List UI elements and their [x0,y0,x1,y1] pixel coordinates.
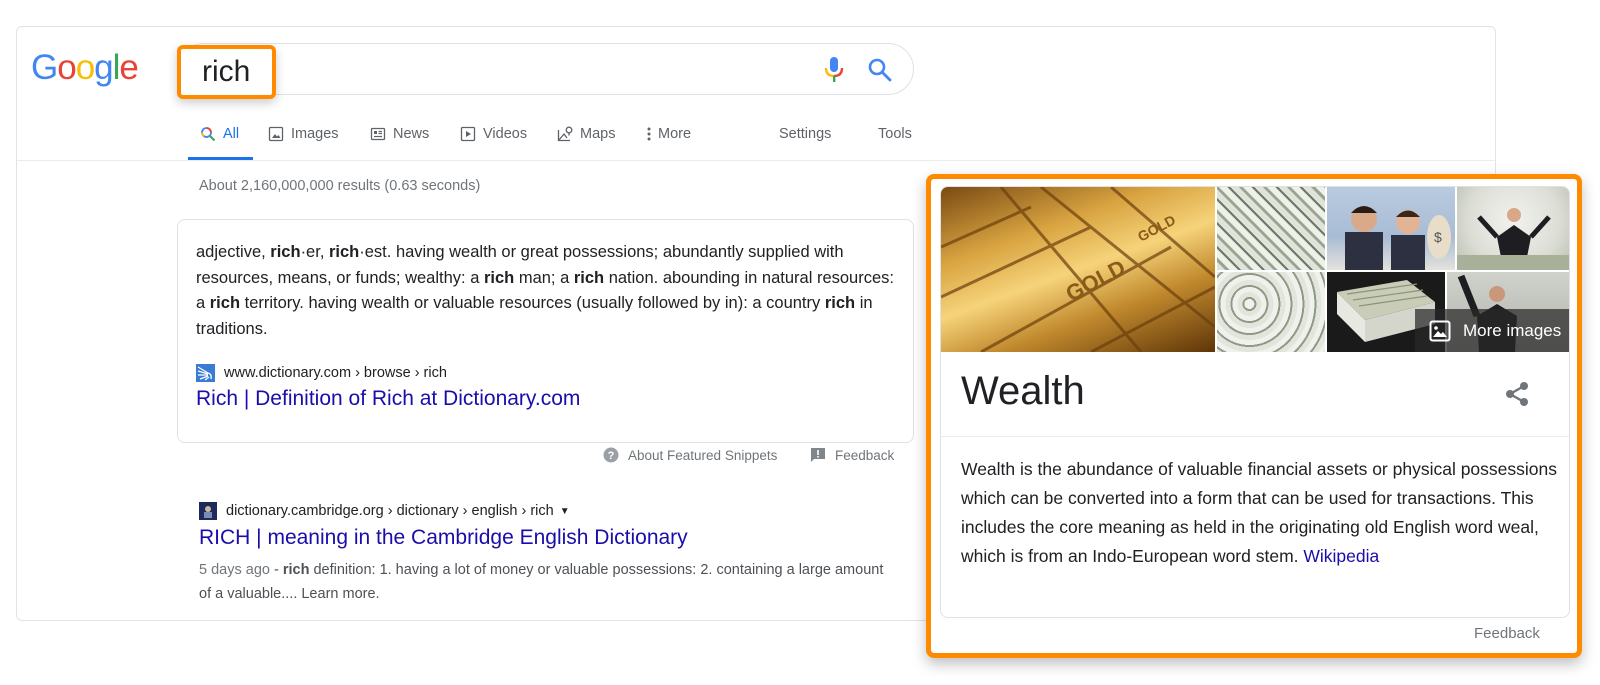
feedback-label: Feedback [835,447,895,463]
about-label: About Featured Snippets [628,447,778,463]
featured-snippet: adjective, rich·er, rich·est. having wea… [177,219,914,443]
tab-more[interactable]: More [646,118,691,160]
image-dollar-bills[interactable] [1217,187,1325,270]
tab-label: News [393,126,430,142]
snippet-cite-text: www.dictionary.com › browse › rich [224,365,447,381]
result-description: 5 days ago - rich definition: 1. having … [199,558,889,606]
knowledge-panel-title: Wealth [961,369,1085,413]
tab-videos[interactable]: Videos [460,118,527,160]
tab-label: Videos [483,126,528,142]
logo-letter: o [75,48,95,87]
svg-text:$: $ [1434,229,1442,245]
image-rolled-dollars[interactable] [1217,272,1325,352]
text-segment: ·er, [300,243,329,261]
news-icon [370,127,386,141]
search-input[interactable]: rich [202,55,250,89]
text-segment: man; a [514,268,574,287]
knowledge-panel-description: Wealth is the abundance of valuable fina… [961,455,1561,571]
google-logo[interactable]: Google [31,48,139,88]
dictionary-favicon-icon [196,364,215,382]
highlighted-term: rich [209,294,241,312]
settings-link[interactable]: Settings [779,118,831,160]
image-collage: GOLD GOLD $ More images [941,187,1569,352]
tools-label: Tools [878,126,912,142]
share-icon[interactable] [1503,380,1531,408]
snippet-feedback[interactable]: Feedback [810,447,894,463]
description-text: Wealth is the abundance of valuable fina… [961,459,1557,566]
map-pin-icon [557,126,573,142]
result-date: 5 days ago [199,562,270,578]
tab-label: Images [291,126,339,142]
more-images-label: More images [1463,320,1562,340]
highlighted-term: rich [282,562,310,578]
knowledge-panel-feedback[interactable]: Feedback [1474,625,1540,642]
cambridge-favicon-icon [199,502,217,520]
tab-maps[interactable]: Maps [557,118,615,160]
snippet-title-link[interactable]: Rich | Definition of Rich at Dictionary.… [196,387,580,411]
tab-label: Maps [580,126,616,142]
logo-letter: o [57,48,76,87]
logo-letter: l [112,48,121,87]
highlighted-term: rich [483,268,515,287]
wikipedia-link[interactable]: Wikipedia [1303,546,1379,566]
text-segment: - [273,562,283,578]
highlighted-term: rich [329,243,360,261]
result-cite[interactable]: dictionary.cambridge.org › dictionary › … [199,502,570,520]
result-stats: About 2,160,000,000 results (0.63 second… [199,178,481,194]
settings-label: Settings [779,126,832,142]
tools-link[interactable]: Tools [878,118,912,160]
help-icon: ? [603,447,619,463]
svg-text:?: ? [608,450,615,462]
text-segment: territory. having wealth or valuable res… [240,294,825,312]
tab-news[interactable]: News [370,118,429,160]
about-featured-snippets[interactable]: ? About Featured Snippets [603,447,777,463]
microphone-icon[interactable] [823,56,845,84]
play-icon [460,126,476,142]
result-cite-text: dictionary.cambridge.org › dictionary › … [226,503,554,519]
image-kids-with-money[interactable]: $ [1327,187,1455,270]
result-title-link[interactable]: RICH | meaning in the Cambridge English … [199,526,688,550]
tab-label: All [223,126,240,142]
more-vert-icon [647,127,651,141]
snippet-cite[interactable]: www.dictionary.com › browse › rich [196,364,447,382]
dropdown-arrow-icon[interactable]: ▼ [560,506,570,517]
highlighted-term: rich [573,268,605,287]
logo-letter: e [119,48,138,87]
image-icon [268,126,284,142]
search-icon [201,127,216,142]
snippet-text: adjective, rich·er, rich·est. having wea… [196,240,896,342]
feedback-icon [811,448,825,462]
search-query-highlight[interactable]: rich [177,45,276,99]
highlighted-term: rich [270,243,301,261]
text-segment: adjective, [196,243,271,261]
tab-images[interactable]: Images [268,118,339,160]
image-man-money-rain[interactable] [1457,187,1569,270]
image-icon [1429,320,1451,341]
knowledge-panel: GOLD GOLD $ More images Wealth Wealth is… [940,186,1570,618]
tabs-divider [17,160,1495,161]
tab-label: More [658,126,692,142]
highlighted-term: rich [824,294,856,312]
logo-letter: g [94,48,113,87]
logo-letter: G [31,48,58,87]
search-icon[interactable] [867,57,893,83]
tab-all[interactable]: All [188,118,253,160]
knowledge-panel-divider [941,436,1569,437]
more-images-button[interactable]: More images [1415,309,1569,352]
search-box[interactable] [178,43,914,95]
image-gold-bars[interactable]: GOLD GOLD [941,187,1215,352]
